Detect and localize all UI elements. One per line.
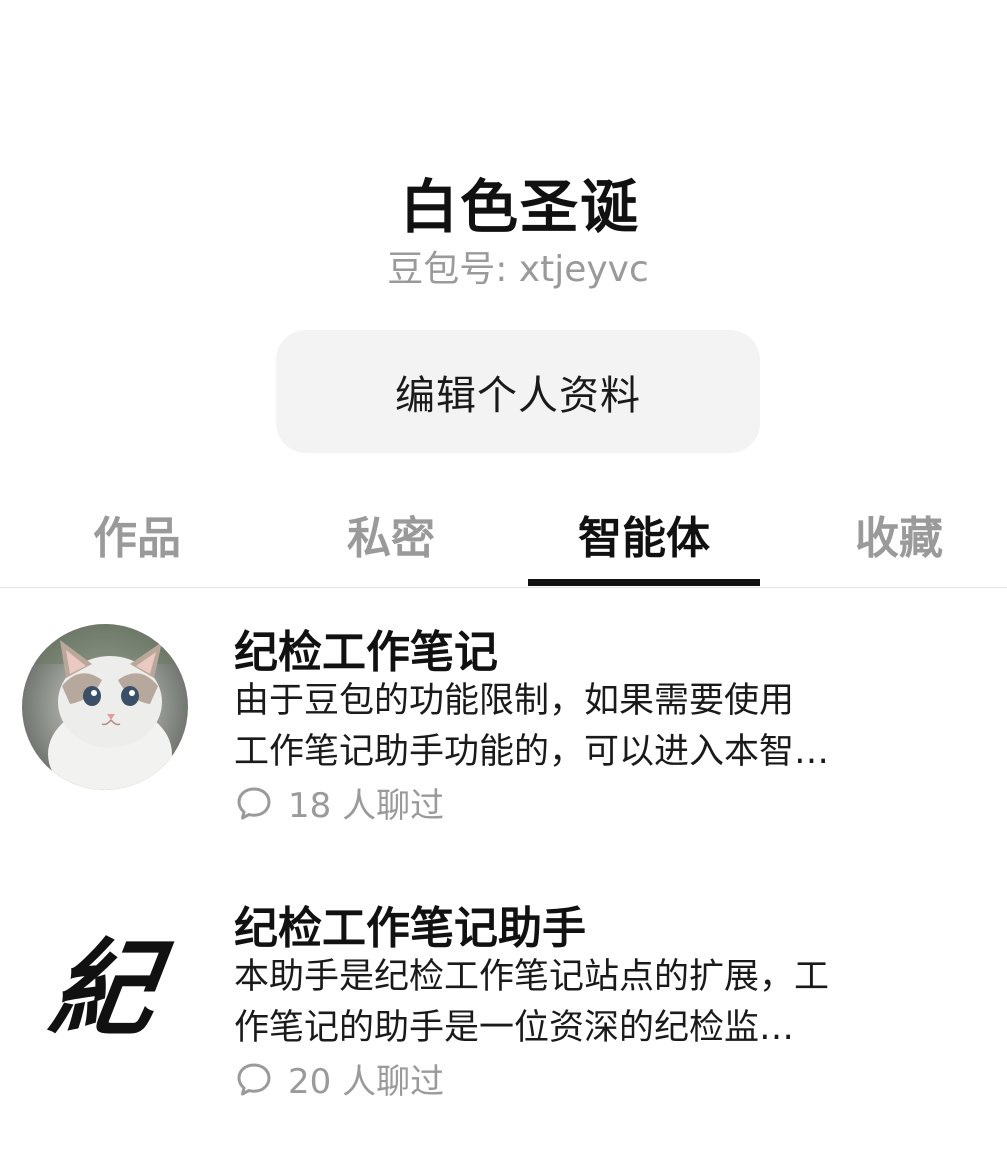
agent-description: 由于豆包的功能限制，如果需要使用 工作笔记助手功能的，可以进入本智… — [234, 676, 894, 778]
tab-favorites[interactable]: 收藏 — [804, 480, 994, 587]
tab-private-label: 私密 — [347, 512, 435, 564]
edit-profile-label: 编辑个人资料 — [395, 372, 641, 419]
agent-chat-count: 20 人聊过 — [236, 1054, 444, 1103]
tab-agents-label: 智能体 — [578, 512, 710, 564]
tab-private[interactable]: 私密 — [296, 480, 486, 587]
cat-photo-icon — [22, 624, 188, 790]
agent-description: 本助手是纪检工作笔记站点的扩展，工 作笔记的助手是一位资深的纪检监… — [234, 952, 894, 1054]
agent-description-line: 本助手是纪检工作笔记站点的扩展，工 — [234, 957, 830, 997]
profile-tabs: 作品 私密 智能体 收藏 — [0, 480, 1007, 588]
calligraphy-logo: 紀 — [43, 926, 165, 1050]
agent-chat-count: 18 人聊过 — [236, 778, 444, 827]
agent-avatar — [22, 624, 188, 790]
agent-list-item[interactable]: 紀 纪检工作笔记助手 本助手是纪检工作笔记站点的扩展，工 作笔记的助手是一位资深… — [0, 880, 1007, 1103]
chat-bubble-icon — [237, 787, 271, 819]
profile-name: 白色圣诞 — [399, 173, 640, 241]
profile-id: 豆包号: xtjeyvc — [387, 249, 649, 290]
agent-avatar: 紀 — [22, 896, 188, 1062]
agent-list-item[interactable]: 纪检工作笔记 由于豆包的功能限制，如果需要使用 工作笔记助手功能的，可以进入本智… — [0, 600, 1007, 826]
agent-description-line: 工作笔记助手功能的，可以进入本智… — [234, 732, 830, 772]
chat-bubble-icon — [237, 1063, 271, 1095]
agent-chat-count-text: 20 人聊过 — [288, 1062, 445, 1102]
tab-agents[interactable]: 智能体 — [528, 480, 760, 587]
tab-works[interactable]: 作品 — [42, 480, 232, 587]
tab-favorites-label: 收藏 — [855, 512, 943, 564]
agent-description-line: 作笔记的助手是一位资深的纪检监… — [234, 1008, 795, 1048]
agent-title: 纪检工作笔记 — [234, 627, 498, 678]
edit-profile-button[interactable]: 编辑个人资料 — [276, 330, 760, 453]
active-tab-indicator — [528, 579, 760, 586]
agent-chat-count-text: 18 人聊过 — [288, 786, 445, 826]
tab-works-label: 作品 — [93, 512, 181, 564]
agent-description-line: 由于豆包的功能限制，如果需要使用 — [234, 681, 795, 721]
agent-title: 纪检工作笔记助手 — [234, 903, 586, 954]
